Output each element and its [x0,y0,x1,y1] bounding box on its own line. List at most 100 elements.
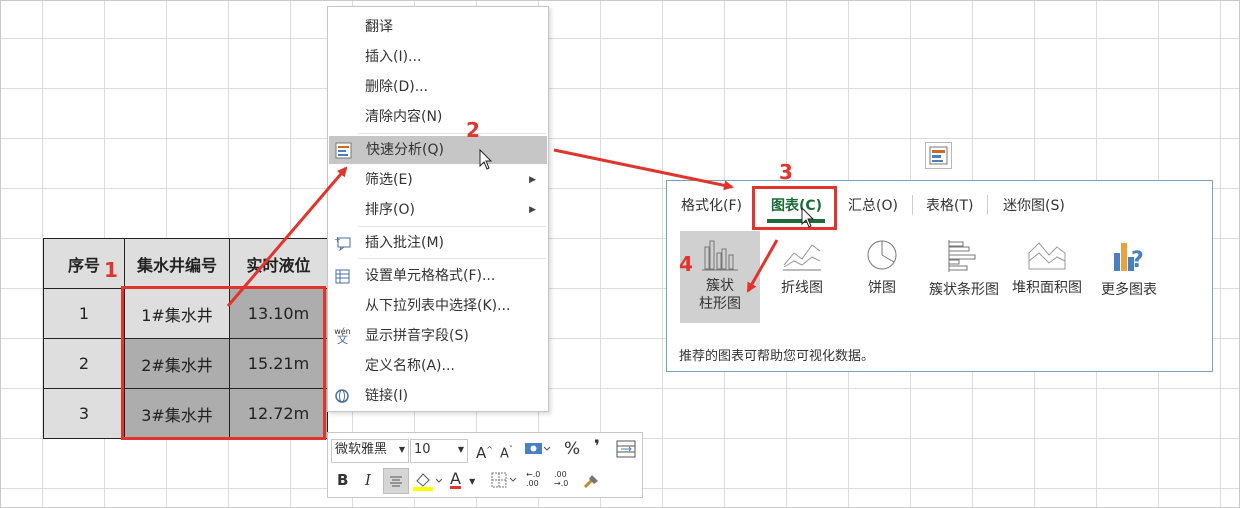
tab-totals[interactable]: 汇总(O) [848,195,898,215]
format-painter-button[interactable] [582,471,602,498]
table-header-row: 序号 集水井编号 实时液位 [43,238,328,289]
format-painter-icon [583,475,598,489]
shrink-font-icon: A [500,446,509,462]
merge-cells-icon [616,440,636,458]
italic-icon: I [365,471,371,489]
chart-option-clustered-bar[interactable]: 簇状条形图 [923,231,1005,323]
menu-item-label: 链接(I) [365,388,409,404]
context-menu: 翻译 插入(I)... 删除(D)... 清除内容(N) 快速分析(Q) 筛选(… [327,6,549,412]
chart-option-clustered-column[interactable]: 簇状 柱形图 [680,231,760,323]
format-cells-icon [334,268,351,285]
menu-item-label: 插入(I)... [365,49,422,65]
font-color-button[interactable]: A ▼ [450,469,475,492]
table-cell[interactable]: 3 [43,388,125,439]
chart-option-stacked-area[interactable]: 堆积面积图 [1006,231,1088,323]
stacked-area-icon [1028,242,1066,270]
menu-item-insert[interactable]: 插入(I)... [328,43,548,71]
chart-option-label: 簇状条形图 [929,282,999,298]
menu-item-sort[interactable]: 排序(O) ▶ [328,196,548,224]
menu-item-show-phonetic[interactable]: wén 文 显示拼音字段(S) [328,322,548,350]
quick-analysis-icon [929,146,948,165]
increase-decimal-button[interactable]: ←.0 .00 [526,470,540,488]
bold-button[interactable]: B [337,470,348,490]
chart-option-label: 饼图 [868,280,896,296]
align-center-icon [390,476,402,487]
submenu-arrow-icon: ▶ [529,175,536,185]
chart-option-line[interactable]: 折线图 [762,231,842,323]
decrease-decimal-button[interactable]: .00 →.0 [554,470,568,488]
menu-item-label: 筛选(E) [365,172,413,188]
menu-item-label: 插入批注(M) [365,235,445,251]
menu-item-label: 从下拉列表中选择(K)... [365,298,511,314]
merge-center-button[interactable] [616,439,636,466]
font-color-icon: A [450,469,461,488]
paint-bucket-icon [413,473,443,491]
chart-option-pie[interactable]: 饼图 [842,231,922,323]
menu-item-clear-contents[interactable]: 清除内容(N) [328,103,548,131]
step-number-3: 3 [779,160,793,184]
menu-item-label: 显示拼音字段(S) [365,328,469,344]
grow-font-icon: A [476,444,487,462]
font-size-dropdown[interactable]: 10 ▼ [410,439,468,463]
chevron-down-icon: ▼ [469,477,476,486]
italic-button[interactable]: I [365,470,371,490]
chart-option-more-charts[interactable]: ? 更多图表 [1089,231,1169,323]
quick-analysis-icon [335,142,352,159]
tab-sparklines[interactable]: 迷你图(S) [1003,195,1065,215]
menu-item-label: 定义名称(A)... [365,358,455,374]
chevron-down-icon: ▼ [398,445,405,454]
menu-item-format-cells[interactable]: 设置单元格格式(F)... [328,262,548,290]
chart-option-label: 堆积面积图 [1012,280,1082,296]
menu-item-label: 排序(O) [365,202,415,218]
menu-item-filter[interactable]: 筛选(E) ▶ [328,166,548,194]
tab-divider [912,195,913,215]
currency-icon [525,443,551,454]
menu-item-quick-analysis[interactable]: 快速分析(Q) [329,136,547,164]
menu-item-label: 清除内容(N) [365,109,443,125]
menu-item-define-name[interactable]: 定义名称(A)... [328,352,548,380]
shrink-font-button[interactable]: Aˇ [500,440,513,464]
phonetic-icon: wén 文 [334,327,351,346]
borders-button[interactable] [490,470,520,497]
menu-item-label: 翻译 [365,19,393,35]
grow-font-button[interactable]: A^ [476,440,493,463]
menu-item-link[interactable]: 链接(I) [328,382,548,410]
font-name-dropdown[interactable]: 微软雅黑 ▼ [331,439,409,463]
align-center-button[interactable] [383,468,409,494]
menu-separator [358,133,546,134]
menu-item-insert-comment[interactable]: + 插入批注(M) [328,229,548,257]
fill-color-button[interactable] [412,469,443,500]
quick-analysis-panel: 格式化(F) 图表(C) 汇总(O) 表格(T) 迷你图(S) 簇状 柱形图 折… [666,180,1213,372]
svg-text:+: + [334,235,341,244]
charts-tab-highlight-box [752,186,837,230]
increase-decimal-icon: ←.0 .00 [526,470,541,488]
borders-icon [491,472,517,488]
step-number-2: 2 [466,118,480,142]
tab-divider [987,195,988,215]
table-cell[interactable]: 2 [43,338,125,389]
menu-item-translate[interactable]: 翻译 [328,13,548,41]
svg-text:?: ? [1131,248,1144,273]
comma-icon: ❜ [594,437,600,457]
tab-tables[interactable]: 表格(T) [926,195,973,215]
link-icon [334,388,351,405]
header-cell[interactable]: 实时液位 [229,238,328,289]
line-chart-icon [783,244,821,271]
tab-formatting[interactable]: 格式化(F) [681,195,742,215]
percent-style-button[interactable]: % [564,439,580,459]
table-cell[interactable]: 1 [43,288,125,339]
font-size-value: 10 [414,442,431,457]
bold-icon: B [337,471,349,489]
step-number-1: 1 [104,258,118,282]
selection-highlight-box [121,286,326,440]
header-cell[interactable]: 集水井编号 [124,238,230,289]
comma-style-button[interactable]: ❜ [594,437,600,457]
menu-item-delete[interactable]: 删除(D)... [328,73,548,101]
pie-chart-icon [867,240,897,270]
submenu-arrow-icon: ▶ [529,205,536,215]
chart-option-label: 折线图 [781,280,823,296]
menu-item-pick-from-list[interactable]: 从下拉列表中选择(K)... [328,292,548,320]
quick-analysis-button[interactable] [925,142,952,169]
clustered-bar-icon [948,240,976,272]
accounting-format-button[interactable] [524,440,551,465]
